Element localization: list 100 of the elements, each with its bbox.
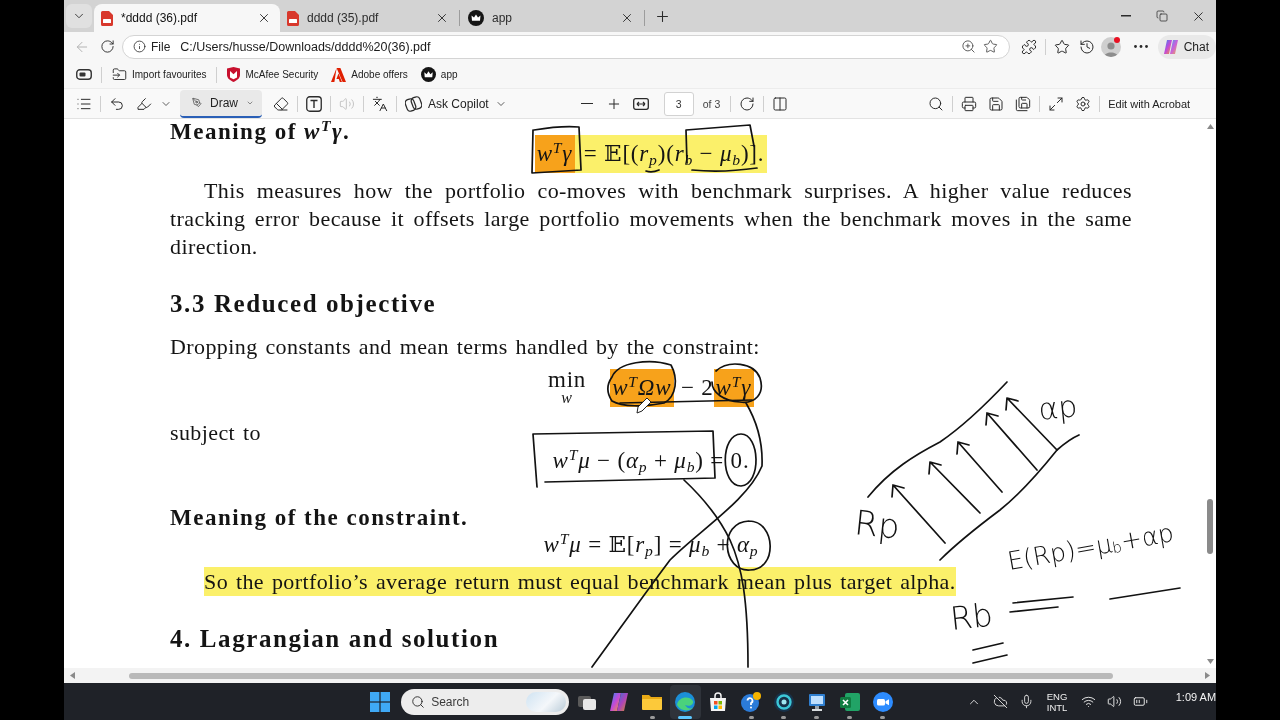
ribbon-icon	[608, 690, 631, 713]
pen-cursor-icon	[636, 397, 652, 414]
zoom-in-icon	[960, 39, 976, 54]
ink-underline	[645, 169, 660, 173]
speaker-icon	[339, 95, 355, 112]
search-icon	[928, 95, 945, 112]
body-text: subject to	[170, 419, 261, 447]
search-box[interactable]: Search	[401, 688, 570, 715]
two-page-icon	[772, 95, 789, 112]
formula: min w	[547, 370, 587, 406]
orb-icon	[772, 690, 795, 713]
settings-icon	[1075, 95, 1092, 112]
microphone-icon	[1018, 694, 1034, 709]
text-box-icon	[306, 95, 322, 112]
formula: 0.	[730, 447, 750, 475]
page-number-field[interactable]: 3	[663, 91, 694, 116]
address-bar[interactable]: File C:/Users/husse/Downloads/dddd%20(36).pdf	[122, 34, 1010, 59]
pdf-file-icon	[287, 10, 299, 26]
draw-button[interactable]: Draw	[180, 89, 262, 118]
highlighted-formula: w$^{T}$γ	[713, 369, 755, 407]
horizontal-scrollbar[interactable]	[64, 668, 1216, 683]
ink-arrow	[956, 441, 1003, 493]
battery-icon	[1132, 694, 1148, 709]
browser-tab[interactable]: dddd (35).pdf	[280, 4, 458, 32]
ask-copilot-button[interactable]: Ask Copilot	[401, 91, 511, 116]
shield-icon	[227, 67, 241, 82]
help-icon	[740, 690, 763, 713]
page-count: of 3	[702, 97, 721, 110]
body-text: Dropping constants and mean terms handled by the constraint:	[170, 333, 760, 361]
ink-underline	[1012, 596, 1074, 604]
restore-icon	[1156, 10, 1168, 22]
crown-icon	[420, 67, 436, 82]
scrollbar-thumb[interactable]	[1207, 499, 1213, 554]
folder-import-icon	[112, 67, 127, 82]
start-button[interactable]	[368, 689, 392, 714]
pen-icon	[192, 95, 202, 110]
favorite-link[interactable]: app	[415, 63, 463, 86]
ink-box	[531, 125, 582, 174]
wifi-icon	[1080, 694, 1096, 709]
ink-underline	[1109, 587, 1181, 600]
swirl-icon	[674, 690, 697, 713]
paragraph-heading: Meaning of the constraint.	[170, 505, 469, 531]
star-icon	[1054, 38, 1070, 55]
translate-icon	[372, 95, 388, 112]
url-field[interactable]: C:/Users/husse/Downloads/dddd%20(36).pdf	[174, 36, 957, 57]
triangle-logo-icon	[331, 67, 347, 82]
formula: α$_{p}$	[736, 531, 759, 559]
formula: − 2	[679, 374, 714, 402]
ribbon-icon	[1162, 38, 1179, 55]
input-language-button[interactable]: ENG INTL	[1040, 686, 1075, 717]
picture-placeholder	[526, 691, 567, 712]
spreadsheet-icon	[838, 690, 861, 713]
minus-icon	[580, 102, 593, 105]
ink-loop	[724, 433, 757, 487]
scroll-down-icon	[1206, 659, 1214, 664]
save-as-icon	[1015, 95, 1032, 112]
favorite-link[interactable]: Import favourites	[107, 63, 212, 86]
ink-underline	[691, 167, 758, 172]
ink-underline	[972, 654, 1008, 664]
taskbar-app-button[interactable]	[669, 684, 701, 719]
rotate-icon	[739, 95, 756, 112]
windows-logo-icon	[369, 691, 390, 712]
scroll-right-icon	[1205, 672, 1210, 679]
site-info-button[interactable]: File	[129, 36, 175, 57]
printer-icon	[961, 95, 978, 112]
close-icon	[257, 11, 271, 25]
ink-loop	[607, 360, 677, 407]
section-heading: 4. Lagrangian and solution	[170, 624, 500, 654]
edit-with-acrobat-button[interactable]: Edit with Acrobat	[1104, 91, 1195, 116]
handwritten-note: Rp	[853, 505, 902, 544]
vertical-scrollbar[interactable]	[1204, 119, 1216, 668]
ink-arrow	[985, 412, 1038, 471]
cloud-off-icon	[992, 694, 1008, 709]
highlighted-formula: w$^{T}$γ	[534, 135, 576, 173]
chat-button[interactable]: Chat	[1157, 34, 1216, 59]
highlighter-icon	[136, 95, 152, 112]
avatar-icon	[1100, 36, 1121, 57]
scrollbar-thumb[interactable]	[129, 672, 1113, 679]
ink-underline	[1009, 606, 1059, 613]
pdf-file-icon	[101, 10, 113, 26]
search-input[interactable]: Search	[431, 692, 521, 711]
browser-tab[interactable]: *dddd (36).pdf	[94, 4, 280, 32]
handwritten-note: Rb	[948, 598, 995, 635]
history-icon	[1079, 38, 1095, 55]
speaker-icon	[1106, 694, 1122, 709]
favorite-link[interactable]: McAfee Security	[222, 63, 324, 86]
scroll-left-icon	[70, 672, 75, 679]
body-text: This measures how the portfolio co-moves with benchmark surprises. A higher value reduces tracking error because it offsets large portfolio movements when the benchmark moves in the same direction.	[170, 177, 1132, 261]
section-heading: 3.3 Reduced objective	[170, 289, 437, 319]
overlapping-squares-icon	[405, 95, 422, 112]
favorite-link[interactable]: Adobe offers	[326, 63, 413, 86]
paragraph-heading: Meaning of w$^{T}$γ.	[170, 119, 351, 145]
close-icon	[620, 11, 634, 25]
refresh-icon	[99, 39, 115, 54]
scroll-up-icon	[1206, 124, 1214, 129]
search-icon	[411, 694, 426, 709]
eraser-icon	[273, 95, 289, 112]
card-icon	[76, 69, 92, 80]
fit-width-icon	[632, 97, 649, 110]
browser-tab[interactable]: app	[461, 4, 643, 32]
